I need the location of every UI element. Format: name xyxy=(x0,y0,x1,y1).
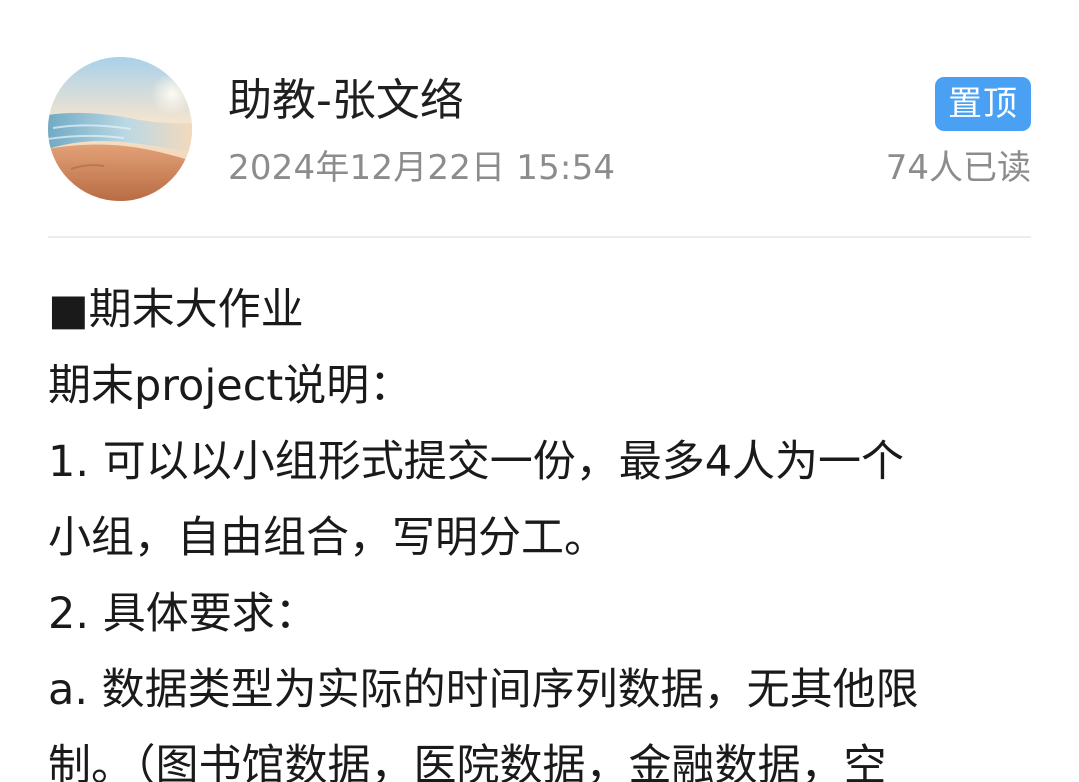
content-line: 2. 具体要求： xyxy=(48,589,318,639)
pinned-badge: 置顶 xyxy=(935,77,1031,131)
content-line: a. 数据类型为实际的时间序列数据，无其他限 xyxy=(48,665,919,715)
header-divider xyxy=(48,236,1031,238)
beach-sunset-avatar-icon xyxy=(48,57,192,201)
avatar[interactable] xyxy=(48,57,192,201)
post-card: 助教-张文络 2024年12月22日 15:54 置顶 74人已读 ■期末大作业… xyxy=(0,0,1079,782)
content-line: 小组，自由组合，写明分工。 xyxy=(48,513,607,563)
post-content: ■期末大作业 期末project说明： 1. 可以以小组形式提交一份，最多4人为… xyxy=(48,272,1031,782)
content-line: 1. 可以以小组形式提交一份，最多4人为一个 xyxy=(48,437,905,487)
author-name[interactable]: 助教-张文络 xyxy=(228,74,464,128)
read-count[interactable]: 74人已读 xyxy=(886,148,1031,188)
content-line: ■期末大作业 xyxy=(48,285,304,335)
post-timestamp: 2024年12月22日 15:54 xyxy=(228,148,616,188)
content-line: 期末project说明： xyxy=(48,361,413,411)
content-line: 制。（图书馆数据，医院数据，金融数据，空 xyxy=(48,741,887,782)
